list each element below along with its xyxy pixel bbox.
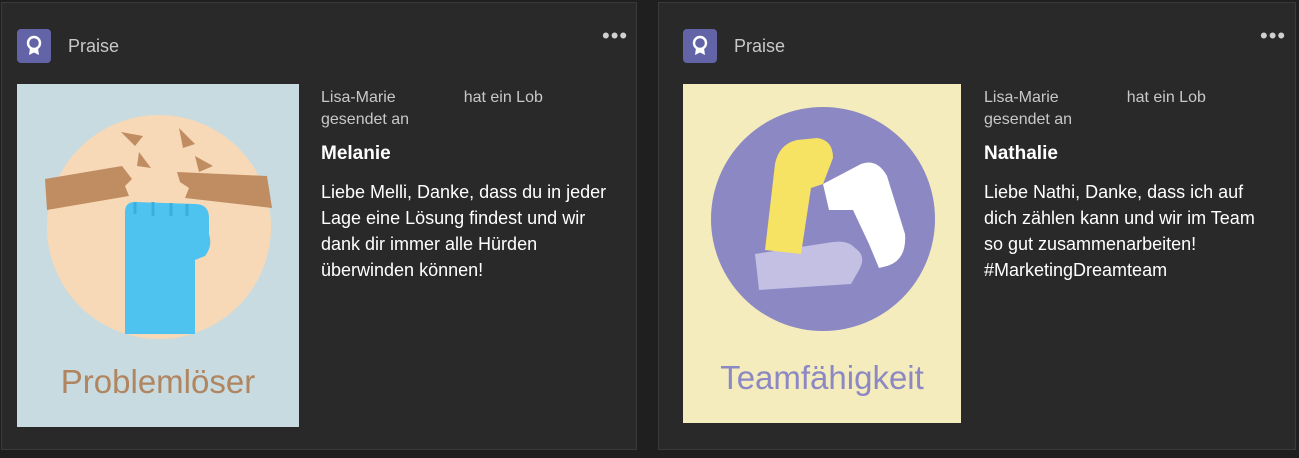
sender-line: Lisa-Marie hat ein Lob gesendet an (984, 87, 1206, 131)
sender-suffix: gesendet an (984, 111, 1073, 128)
sender-suffix: gesendet an (321, 111, 410, 128)
praise-app-icon[interactable] (683, 29, 717, 63)
sender-action: hat ein Lob (463, 89, 543, 106)
sender-action: hat ein Lob (1126, 89, 1206, 106)
more-options-icon[interactable]: ••• (602, 25, 628, 47)
badge-image: Teamfähigkeit (683, 84, 961, 423)
badge-label: Problemlöser (60, 363, 256, 400)
praise-card: Praise ••• Teamfähigkeit Lisa-Marie hat e… (658, 2, 1296, 450)
sender-name[interactable]: Lisa-Marie (321, 89, 396, 106)
recipient-name[interactable]: Nathalie (984, 143, 1058, 165)
recipient-name[interactable]: Melanie (321, 143, 391, 165)
badge-label: Teamfähigkeit (720, 359, 924, 396)
praise-card: Praise ••• Problemlöser Lisa-Marie hat ei… (1, 2, 637, 450)
more-options-icon[interactable]: ••• (1260, 25, 1286, 47)
praise-app-icon[interactable] (17, 29, 51, 63)
badge-image: Problemlöser (17, 84, 299, 427)
app-name: Praise (68, 36, 120, 56)
sender-line: Lisa-Marie hat ein Lob gesendet an (321, 87, 543, 131)
praise-message: Liebe Melli, Danke, dass du in jeder Lag… (321, 182, 607, 280)
app-name: Praise (734, 36, 786, 56)
praise-message: Liebe Nathi, Danke, dass ich auf dich zä… (984, 182, 1255, 280)
sender-name[interactable]: Lisa-Marie (984, 89, 1059, 106)
